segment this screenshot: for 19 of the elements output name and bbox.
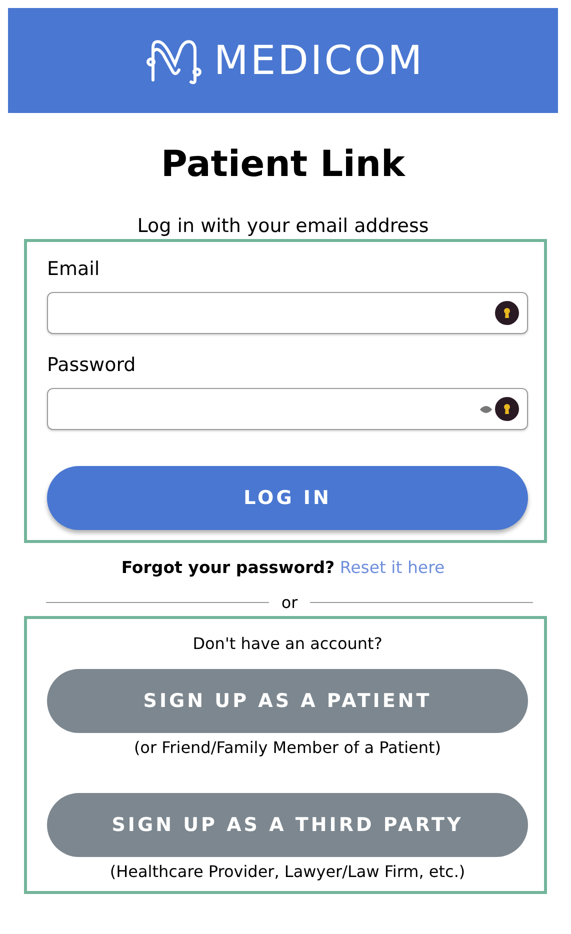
forgot-password-text: Forgot your password? Reset it here — [120, 557, 446, 579]
signup-button[interactable]: SIGN UP AS A THIRD PARTY — [47, 793, 528, 857]
signup-note: (or Friend/Family Member of a Patient) — [132, 737, 442, 759]
divider-label: or — [281, 593, 298, 612]
signup-note: (Healthcare Provider, Lawyer/Law Firm, etc.) — [108, 861, 466, 883]
login-subtitle: Log in with your email address — [136, 214, 430, 239]
page-title: Patient Link — [160, 143, 406, 187]
field-label: Password — [47, 353, 137, 378]
login-button[interactable]: LOG IN — [47, 466, 528, 530]
reset-link[interactable]: Reset it here — [340, 558, 445, 577]
password-field[interactable] — [47, 388, 528, 430]
email-field[interactable] — [47, 292, 528, 334]
keyhole-icon[interactable] — [495, 397, 519, 421]
signup-prompt: Don't have an account? — [192, 633, 384, 655]
keyhole-icon[interactable] — [495, 301, 519, 325]
signup-button[interactable]: SIGN UP AS A PATIENT — [47, 669, 528, 733]
eye-icon[interactable] — [479, 404, 493, 414]
brand-name: MEDICOM — [214, 38, 424, 84]
field-label: Email — [47, 257, 101, 282]
